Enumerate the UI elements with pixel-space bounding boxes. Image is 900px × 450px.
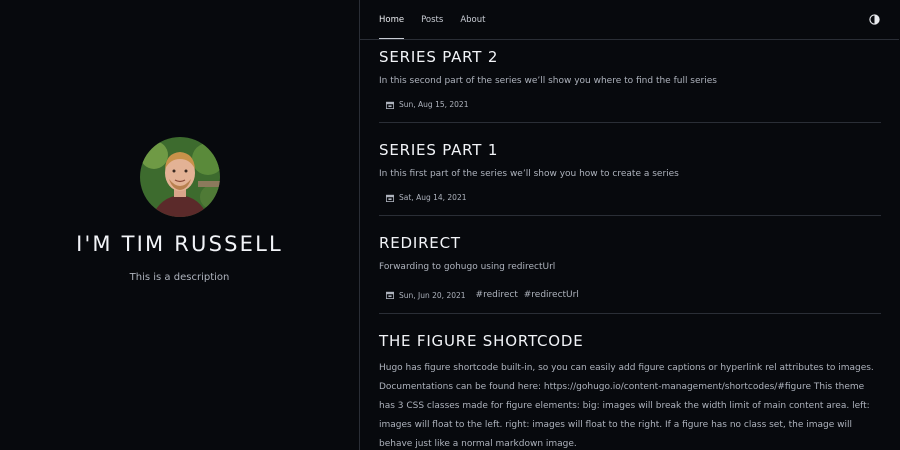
post-date: Sun, Jun 20, 2021 bbox=[399, 290, 466, 300]
post-title[interactable]: THE FIGURE SHORTCODE bbox=[379, 332, 881, 350]
tag-link-redirecturl[interactable]: #redirectUrl bbox=[524, 290, 579, 300]
tag-link-redirect[interactable]: #redirect bbox=[476, 290, 518, 300]
post-summary: In this second part of the series we’ll … bbox=[379, 76, 717, 86]
post-item: SERIES PART 2 In this second part of the… bbox=[379, 40, 881, 123]
post-item: THE FIGURE SHORTCODE Hugo has figure sho… bbox=[379, 314, 881, 450]
post-item: SERIES PART 1 In this first part of the … bbox=[379, 123, 881, 216]
calendar-icon bbox=[386, 194, 394, 202]
post-meta: Sat, Aug 14, 2021 bbox=[379, 193, 881, 202]
nav-about-link[interactable]: About bbox=[460, 15, 485, 39]
post-title[interactable]: SERIES PART 1 bbox=[379, 141, 881, 159]
avatar bbox=[139, 137, 220, 217]
post-title[interactable]: SERIES PART 2 bbox=[379, 48, 881, 66]
post-title[interactable]: REDIRECT bbox=[379, 234, 881, 252]
post-date: Sun, Aug 15, 2021 bbox=[399, 100, 469, 109]
nav-home-link[interactable]: Home bbox=[379, 15, 405, 39]
post-summary: Hugo has figure shortcode built-in, so y… bbox=[379, 363, 874, 449]
contrast-icon[interactable] bbox=[869, 14, 880, 25]
calendar-icon bbox=[386, 101, 394, 109]
post-summary: Forwarding to gohugo using redirectUrl bbox=[379, 262, 556, 272]
post-tags: #redirect #redirectUrl bbox=[476, 290, 582, 300]
nav-posts-link[interactable]: Posts bbox=[421, 15, 443, 39]
avatar-photo-icon bbox=[139, 137, 220, 217]
post-meta: Sun, Aug 15, 2021 bbox=[379, 100, 881, 109]
profile-description: This is a description bbox=[129, 272, 230, 283]
post-meta: Sun, Jun 20, 2021 #redirect #redirectUrl bbox=[379, 290, 881, 300]
post-item: REDIRECT Forwarding to gohugo using redi… bbox=[379, 216, 881, 314]
main-content: Home Posts About SERIES PART 2 In this s… bbox=[360, 0, 899, 450]
post-list: SERIES PART 2 In this second part of the… bbox=[360, 40, 899, 450]
page: I'M TIM RUSSELL This is a description Ho… bbox=[0, 0, 900, 450]
top-nav: Home Posts About bbox=[360, 0, 899, 40]
profile-panel: I'M TIM RUSSELL This is a description bbox=[0, 0, 360, 450]
post-date: Sat, Aug 14, 2021 bbox=[399, 193, 467, 202]
profile-name: I'M TIM RUSSELL bbox=[76, 232, 283, 256]
post-summary: In this first part of the series we’ll s… bbox=[379, 169, 679, 179]
calendar-icon bbox=[386, 291, 394, 299]
